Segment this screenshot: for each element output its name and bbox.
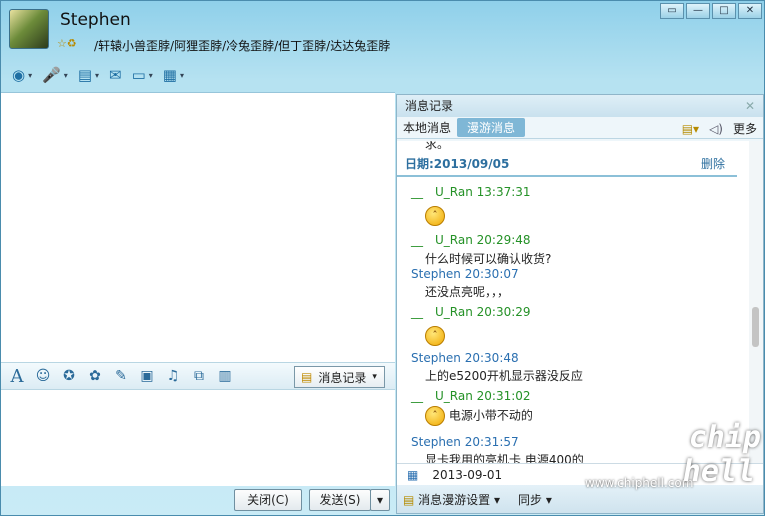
screen-share-button[interactable]: ▭ ▾ bbox=[129, 62, 156, 88]
scrollbar-thumb[interactable] bbox=[752, 307, 759, 347]
message-fragment: 求。 bbox=[425, 141, 450, 151]
screenshot-icon[interactable]: ⧉ bbox=[189, 368, 209, 384]
font-icon[interactable]: A bbox=[7, 366, 27, 387]
avatar[interactable] bbox=[9, 9, 49, 49]
contact-signature: /轩辕小兽歪脖/阿狸歪脖/冷兔歪脖/但丁歪脖/达达兔歪脖 bbox=[94, 39, 391, 53]
tab-roaming-messages[interactable]: 漫游消息 bbox=[457, 118, 526, 137]
message-header: __ U_Ran 13:37:31 bbox=[411, 185, 531, 199]
history-scrollbar[interactable] bbox=[749, 141, 763, 463]
skin-button[interactable]: ▭ bbox=[660, 3, 684, 19]
microphone-icon: 🎤 bbox=[42, 66, 61, 84]
message-record-label: 消息记录 bbox=[318, 370, 367, 385]
minimize-button[interactable]: — bbox=[686, 3, 710, 19]
close-window-button[interactable]: ✕ bbox=[738, 3, 762, 19]
message-header: __ U_Ran 20:31:02 bbox=[411, 389, 531, 403]
close-icon[interactable]: ✕ bbox=[745, 95, 755, 117]
message-header: Stephen 20:31:57 bbox=[411, 435, 519, 449]
roaming-settings-button[interactable]: ▤ 消息漫游设置 ▾ bbox=[403, 491, 500, 508]
apps-icon: ▦ bbox=[162, 66, 177, 84]
tab-local-messages[interactable]: 本地消息 bbox=[403, 119, 451, 136]
settings-icon: ▤ bbox=[403, 492, 415, 507]
folder-icon: ▤ bbox=[77, 66, 92, 84]
close-button[interactable]: 关闭(C) bbox=[234, 489, 302, 511]
speaker-icon[interactable]: ◁) bbox=[709, 122, 723, 136]
window-controls: ▭ — □ ✕ bbox=[660, 3, 762, 19]
message-header: Stephen 20:30:07 bbox=[411, 267, 519, 281]
chat-window: Stephen ☆♻ /轩辕小兽歪脖/阿狸歪脖/冷兔歪脖/但丁歪脖/达达兔歪脖 … bbox=[0, 0, 765, 516]
record-icon: ▤ bbox=[301, 370, 313, 384]
history-message: __ U_Ran 20:30:29 ˆ bbox=[411, 303, 531, 346]
apps-button[interactable]: ▦ ▾ bbox=[160, 62, 187, 88]
screen-share-icon: ▭ bbox=[131, 66, 146, 84]
message-text: 显卡我用的亮机卡 电源400的 bbox=[425, 453, 584, 463]
history-tabs: 本地消息 漫游消息 ▤▾ ◁) 更多 bbox=[397, 117, 763, 139]
date-row: 日期:2013/09/05 删除 bbox=[397, 153, 737, 177]
send-options-button[interactable]: ▾ bbox=[370, 489, 390, 511]
message-record-button[interactable]: ▤ 消息记录 ▾ bbox=[294, 366, 385, 388]
maximize-button[interactable]: □ bbox=[712, 3, 736, 19]
history-message: __ U_Ran 20:31:02 ˆ 电源小带不动的 bbox=[411, 387, 533, 426]
history-messages[interactable]: 求。 日期:2013/09/05 删除 __ U_Ran 13:37:31 ˆ … bbox=[397, 141, 763, 463]
chevron-down-icon: ▾ bbox=[372, 372, 377, 382]
status-icons: ☆♻ bbox=[57, 37, 77, 50]
format-toolbar: A ☺ ✪ ✿ ✎ ▣ ♫ ⧉ ▥ ▤ 消息记录 ▾ bbox=[1, 362, 395, 390]
message-input[interactable] bbox=[1, 390, 395, 486]
delete-link[interactable]: 删除 bbox=[701, 155, 725, 172]
chevron-down-icon: ▾ bbox=[63, 70, 68, 80]
send-file-button[interactable]: ▤ ▾ bbox=[75, 62, 102, 88]
chat-toolbar: ◉ ▾ 🎤 ▾ ▤ ▾ ✉ ▭ ▾ ▦ ▾ bbox=[1, 58, 765, 92]
date-label: 日期:2013/09/05 bbox=[405, 157, 510, 171]
magic-emoji-icon[interactable]: ✪ bbox=[59, 368, 79, 384]
calendar-icon[interactable]: ▦ bbox=[407, 468, 418, 482]
title-bar: Stephen ☆♻ /轩辕小兽歪脖/阿狸歪脖/冷兔歪脖/但丁歪脖/达达兔歪脖 … bbox=[1, 1, 765, 61]
chevron-down-icon: ▾ bbox=[148, 70, 153, 80]
history-message: __ U_Ran 20:29:48 什么时候可以确认收货? bbox=[411, 231, 551, 267]
handwrite-icon[interactable]: ✎ bbox=[111, 368, 131, 384]
history-message: Stephen 20:30:48 上的e5200开机显示器没反应 bbox=[411, 351, 583, 384]
message-text: 电源小带不动的 bbox=[448, 408, 533, 423]
chevron-down-icon: ▾ bbox=[179, 70, 184, 80]
video-icon: ◉ bbox=[12, 66, 26, 84]
chevron-down-icon: ▾ bbox=[95, 70, 100, 80]
video-call-button[interactable]: ◉ ▾ bbox=[9, 62, 35, 88]
sms-icon: ✉ bbox=[109, 66, 122, 84]
message-header: __ U_Ran 20:29:48 bbox=[411, 233, 531, 247]
history-message: Stephen 20:30:07 还没点亮呢，，， bbox=[411, 267, 519, 300]
message-text: 什么时候可以确认收货? bbox=[425, 252, 552, 266]
history-message: __ U_Ran 13:37:31 ˆ bbox=[411, 183, 531, 226]
more-button[interactable]: 更多 bbox=[733, 120, 757, 137]
export-icon[interactable]: ▤▾ bbox=[682, 122, 699, 136]
emoji-icon[interactable]: ☺ bbox=[33, 368, 53, 384]
sms-button[interactable]: ✉ bbox=[106, 62, 125, 88]
roaming-settings-label: 消息漫游设置 ▾ bbox=[418, 492, 501, 507]
history-tools: ▤▾ ◁) 更多 bbox=[682, 120, 757, 137]
message-header: __ U_Ran 20:30:29 bbox=[411, 305, 531, 319]
bottom-bar: 关闭(C) 发送(S) ▾ bbox=[1, 486, 395, 516]
message-text: 还没点亮呢，，， bbox=[425, 285, 510, 299]
sync-button[interactable]: 同步 ▾ bbox=[518, 491, 552, 508]
shake-icon[interactable]: ✿ bbox=[85, 368, 105, 384]
send-button[interactable]: 发送(S) bbox=[309, 489, 371, 511]
gift-icon[interactable]: ▥ bbox=[215, 368, 235, 384]
smiley-icon: ˆ bbox=[425, 206, 445, 226]
chevron-down-icon: ▾ bbox=[28, 70, 33, 80]
voice-call-button[interactable]: 🎤 ▾ bbox=[39, 62, 71, 88]
smiley-icon: ˆ bbox=[425, 406, 445, 426]
watermark-text: www.chiphell.com bbox=[585, 476, 694, 490]
contact-name: Stephen bbox=[60, 10, 131, 30]
message-header: Stephen 20:30:48 bbox=[411, 351, 519, 365]
music-icon[interactable]: ♫ bbox=[163, 368, 183, 384]
image-icon[interactable]: ▣ bbox=[137, 368, 157, 384]
history-title-bar: 消息记录 ✕ bbox=[397, 95, 763, 117]
message-text: 上的e5200开机显示器没反应 bbox=[425, 369, 583, 383]
chat-display-area[interactable] bbox=[1, 92, 395, 362]
smiley-icon: ˆ bbox=[425, 326, 445, 346]
calendar-date[interactable]: 2013-09-01 bbox=[432, 468, 502, 482]
history-message: Stephen 20:31:57 显卡我用的亮机卡 电源400的 bbox=[411, 435, 584, 463]
history-title: 消息记录 bbox=[405, 99, 454, 113]
watermark-logo: chip hell bbox=[679, 420, 765, 489]
